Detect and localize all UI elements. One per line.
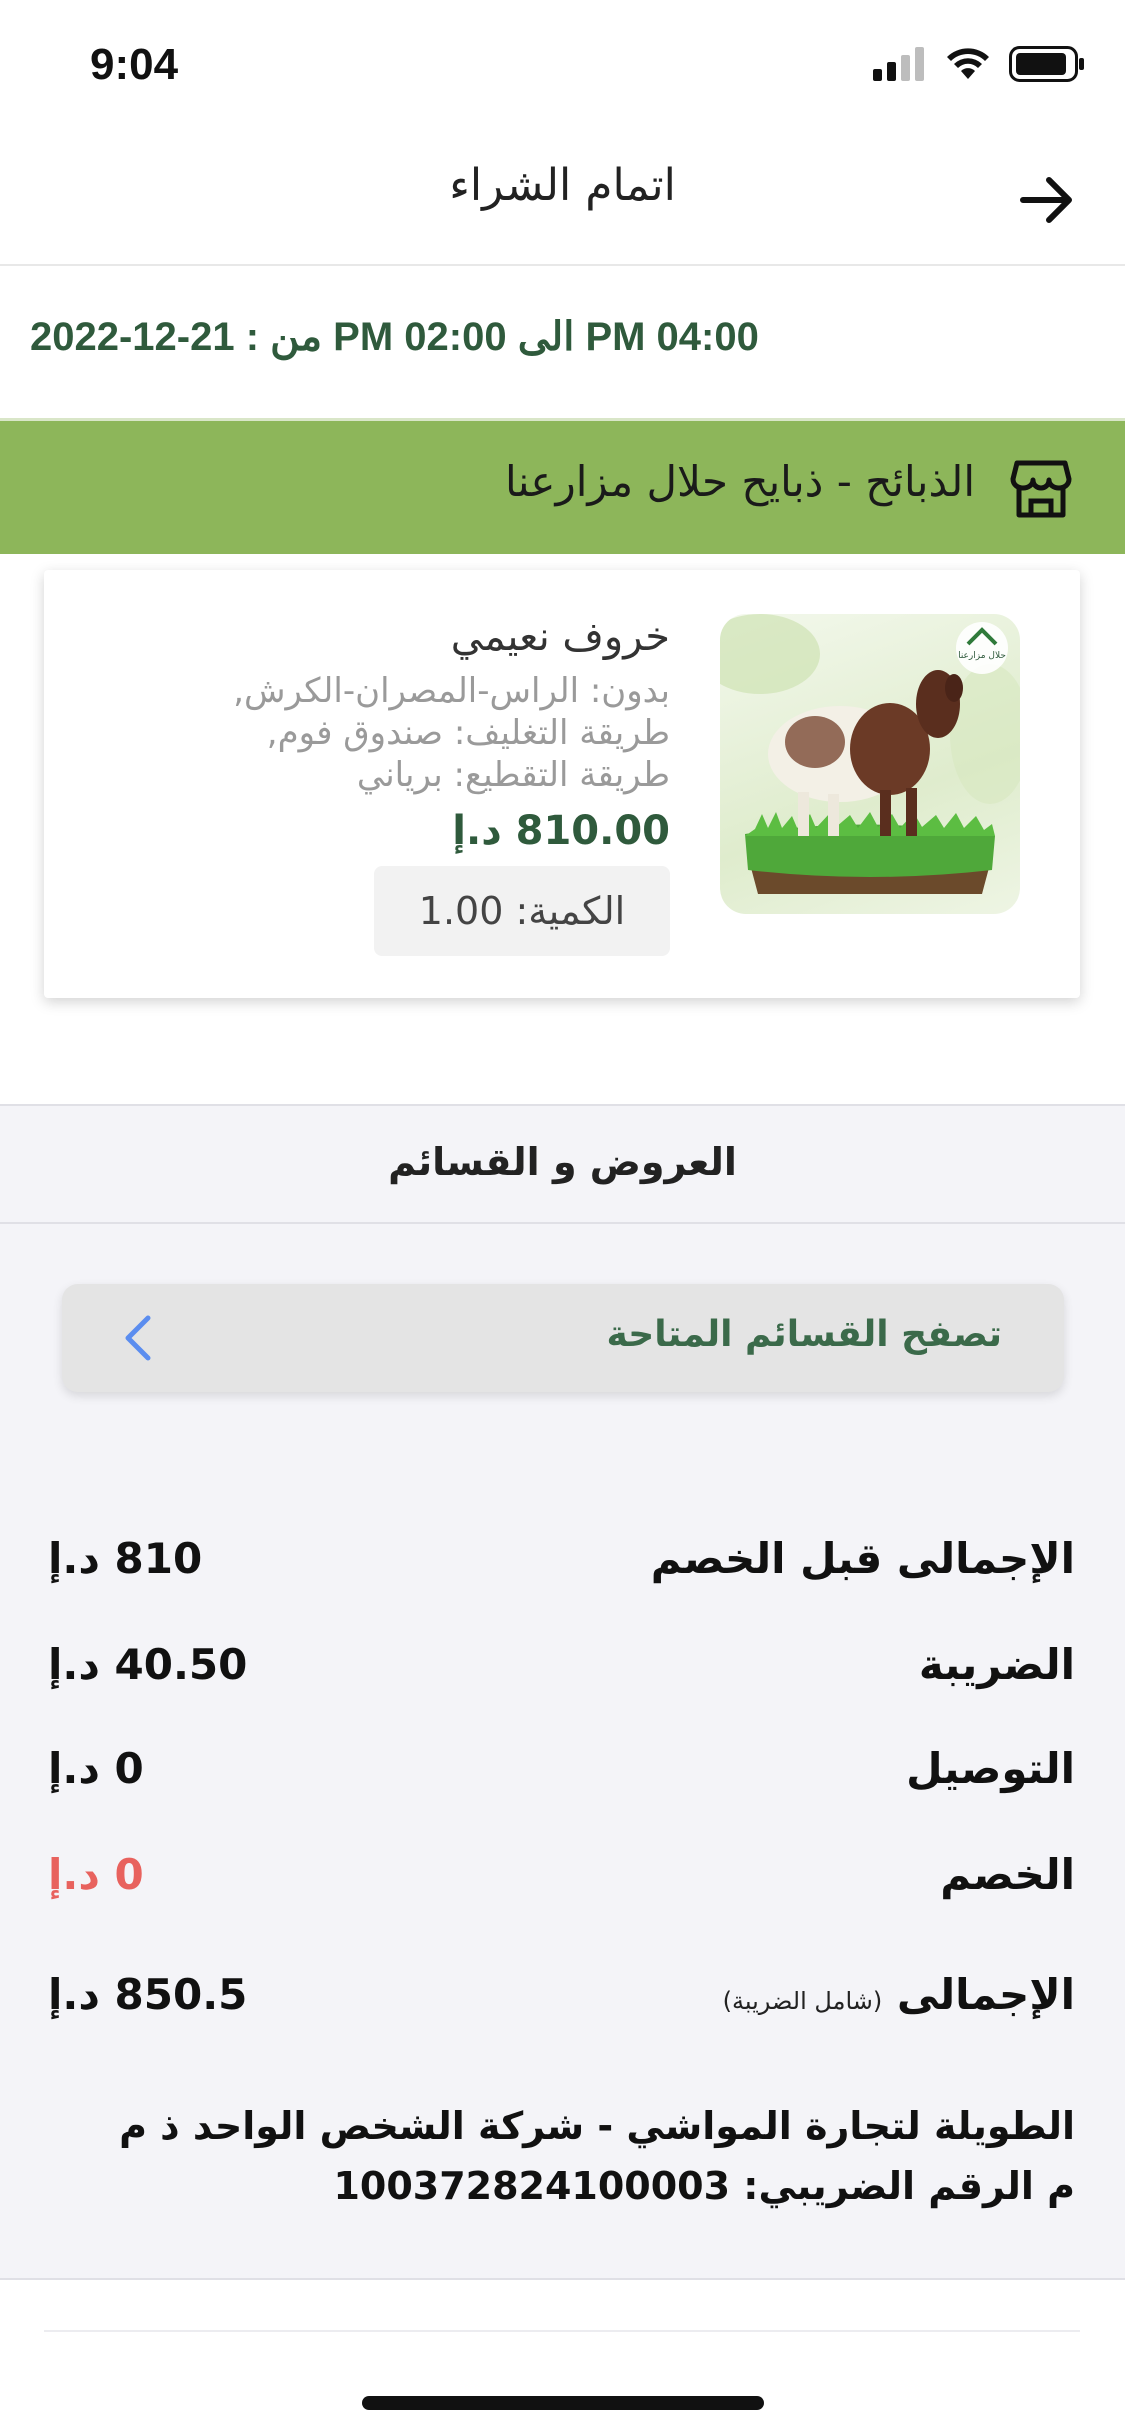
- offers-section: العروض و القسائم تصفح القسائم المتاحة ال…: [0, 1104, 1125, 2280]
- total-label: الإجمالى: [896, 1970, 1075, 2019]
- discount-label: الخصم: [940, 1850, 1075, 1899]
- store-icon: [1010, 460, 1072, 518]
- status-icons: [873, 46, 1085, 82]
- company-name-line: الطويلة لتجارة المواشي - شركة الشخص الوا…: [119, 2104, 1075, 2148]
- offers-header: العروض و القسائم: [0, 1106, 1125, 1224]
- home-indicator: [362, 2396, 764, 2410]
- status-bar: 9:04: [0, 0, 1125, 130]
- subtotal-label: الإجمالى قبل الخصم: [650, 1534, 1075, 1583]
- chevron-left-icon: [125, 1315, 151, 1361]
- subtotal-row: الإجمالى قبل الخصم 810 د.إ: [0, 1534, 1125, 1604]
- offers-title: العروض و القسائم: [388, 1140, 737, 1184]
- browse-coupons-label: تصفح القسائم المتاحة: [606, 1314, 1002, 1355]
- arrow-right-icon[interactable]: [1017, 170, 1077, 230]
- product-price: 810.00 د.إ: [452, 808, 670, 854]
- product-options: بدون: الراس-المصران-الكرش, طريقة التغليف…: [110, 670, 670, 796]
- battery-icon: [1009, 46, 1084, 82]
- logo-text: حلال مزارعنا: [958, 651, 1006, 661]
- product-image: حلال مزارعنا: [720, 614, 1020, 914]
- product-option-line: بدون: الراس-المصران-الكرش,: [233, 671, 670, 711]
- store-name: الذبائح - ذبايح حلال مزارعنا: [504, 457, 975, 506]
- page-title: اتمام الشراء: [449, 160, 676, 211]
- wifi-icon: [947, 48, 989, 79]
- store-header: الذبائح - ذبايح حلال مزارعنا: [0, 418, 1125, 554]
- subtotal-value: 810 د.إ: [48, 1534, 203, 1583]
- company-tax-line: م الرقم الضريبي: 100372824100003: [333, 2164, 1075, 2208]
- discount-row: الخصم 0 د.إ: [0, 1850, 1125, 1920]
- tax-label: الضريبة: [918, 1640, 1075, 1689]
- quantity-box: الكمية: 1.00: [374, 866, 670, 956]
- tax-value: 40.50 د.إ: [48, 1640, 248, 1689]
- total-row: الإجمالى (شامل الضريبة) 850.5 د.إ: [0, 1970, 1125, 2040]
- company-info: الطويلة لتجارة المواشي - شركة الشخص الوا…: [45, 2096, 1075, 2216]
- delivery-slot-text: 2022-12-21 : من PM 02:00 الى PM 04:00: [30, 315, 759, 359]
- sheep-image: حلال مزارعنا: [720, 614, 1020, 894]
- product-option-line: طريقة التقطيع: برياني: [356, 755, 670, 795]
- nav-bar: اتمام الشراء: [0, 130, 1125, 266]
- product-name: خروف نعيمي: [450, 614, 670, 660]
- delivery-label: التوصيل: [906, 1744, 1075, 1793]
- discount-value: 0 د.إ: [48, 1850, 144, 1899]
- status-time: 9:04: [90, 40, 179, 89]
- tax-row: الضريبة 40.50 د.إ: [0, 1640, 1125, 1710]
- browse-coupons-button[interactable]: تصفح القسائم المتاحة: [62, 1284, 1064, 1392]
- total-label-note: (شامل الضريبة): [722, 1987, 883, 2015]
- product-option-line: طريقة التغليف: صندوق فوم,: [266, 713, 670, 753]
- bottom-divider: [44, 2330, 1080, 2332]
- delivery-slot-row: 2022-12-21 : من PM 02:00 الى PM 04:00: [0, 268, 1125, 418]
- delivery-row: التوصيل 0 د.إ: [0, 1744, 1125, 1814]
- total-label-group: الإجمالى (شامل الضريبة): [723, 1970, 1075, 2019]
- signal-icon: [873, 47, 924, 81]
- total-value: 850.5 د.إ: [48, 1970, 248, 2019]
- product-card[interactable]: حلال مزارعنا خروف نعيمي بدون: الراس-المص…: [44, 570, 1080, 998]
- delivery-value: 0 د.إ: [48, 1744, 144, 1793]
